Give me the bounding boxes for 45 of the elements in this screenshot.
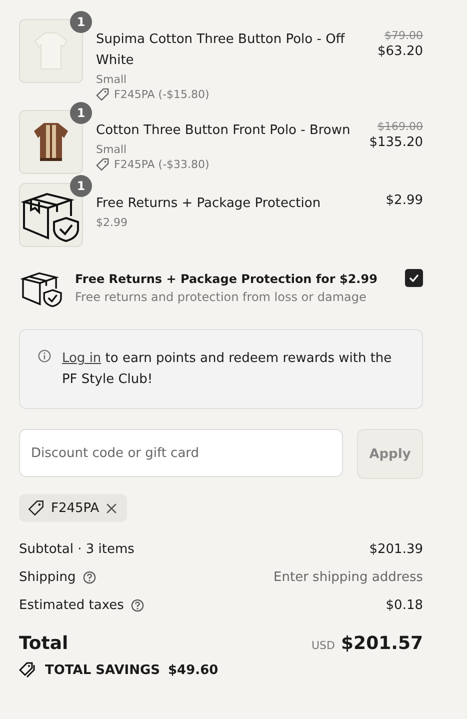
summary-value: $201.39 — [369, 542, 423, 557]
product-title: Cotton Three Button Front Polo - Brown — [96, 122, 352, 140]
tags-icon — [19, 662, 37, 678]
help-icon[interactable] — [82, 571, 96, 584]
savings-label: TOTAL SAVINGS — [45, 662, 160, 678]
help-icon[interactable] — [130, 599, 144, 612]
discount-label: F245PA (-$33.80) — [114, 158, 210, 171]
item-price: $2.99 — [386, 193, 423, 208]
savings-amount: $49.60 — [168, 662, 218, 678]
item-price: $135.20 — [369, 135, 423, 150]
shirt-icon — [33, 121, 69, 163]
total-label: Total — [19, 633, 68, 654]
check-icon — [409, 274, 419, 282]
product-variant: Small — [96, 73, 128, 86]
info-icon — [38, 348, 51, 364]
total-amount: $201.57 — [341, 633, 423, 654]
summary-label: Estimated taxes — [19, 598, 124, 613]
summary-label: Shipping — [19, 570, 76, 585]
quantity-badge: 1 — [70, 102, 92, 124]
discount-code: F245PA — [51, 500, 100, 516]
summary-value: $0.18 — [386, 598, 423, 613]
currency-code: USD — [312, 639, 336, 652]
login-message: Log in to earn points and redeem rewards with the PF Style Club! — [62, 350, 393, 389]
summary-value: Enter shipping address — [274, 570, 423, 585]
original-price: $79.00 — [384, 29, 423, 42]
login-link[interactable]: Log in — [62, 351, 102, 366]
shirt-icon — [34, 31, 68, 71]
summary-label: Subtotal · 3 items — [19, 542, 134, 557]
product-title: Supima Cotton Three Button Polo - Off White — [96, 31, 346, 70]
item-price: $63.20 — [378, 44, 423, 59]
quantity-badge: 1 — [70, 11, 92, 33]
quantity-badge: 1 — [70, 175, 92, 197]
protection-title: Free Returns + Package Protection for $2.99 — [75, 272, 378, 286]
discount-label: F245PA (-$15.80) — [114, 88, 210, 101]
tag-icon — [96, 158, 109, 171]
product-variant: $2.99 — [96, 216, 128, 229]
original-price: $169.00 — [378, 120, 423, 133]
product-title: Free Returns + Package Protection — [96, 195, 322, 213]
tag-icon — [28, 500, 44, 516]
tag-icon — [96, 88, 109, 101]
discount-code-field[interactable]: Discount code or gift card — [19, 429, 343, 477]
protection-description: Free returns and protection from loss or damage — [75, 290, 368, 304]
protection-checkbox[interactable] — [405, 269, 423, 287]
product-variant: Small — [96, 143, 128, 156]
close-icon[interactable] — [106, 502, 118, 514]
